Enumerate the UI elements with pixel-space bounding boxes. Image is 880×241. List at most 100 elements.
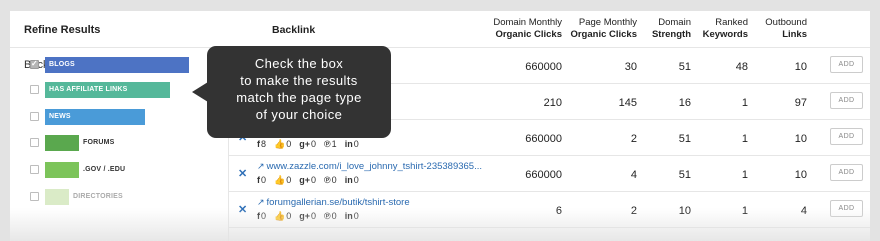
remove-row-icon[interactable]: ✕ [238,167,247,180]
social-count-fb: f8 [257,139,266,149]
backlink-type-checkbox[interactable] [30,165,39,174]
add-button[interactable]: ADD [830,164,863,181]
social-count-like: 👍0 [274,211,291,221]
cell-domain-clicks: 6 [555,205,562,217]
cell-page-clicks: 4 [630,169,637,181]
backlink-type-label: HAS AFFILIATE LINKS [49,86,128,93]
social-count-gplus: g+0 [299,139,316,149]
remove-row-icon[interactable]: ✕ [238,203,247,216]
results-panel: Refine Results Backlink Domain Monthly O… [10,11,870,241]
header-page-monthly-line1: Page Monthly [578,17,637,28]
header-outbound-links-line1: Outbound [765,17,807,28]
social-count-value: 0 [286,175,292,185]
table-row: ✕ ↗ forumgallerian.se/butik/tshirt-store f0… [229,192,870,228]
cell-page-clicks: 145 [618,97,637,109]
like-icon: 👍 [274,175,286,185]
tooltip-arrow [192,82,208,102]
cell-domain-clicks: 210 [543,97,562,109]
cell-outbound: 10 [794,61,807,73]
pinterest-icon: ℗ [324,175,331,185]
backlink-url-link[interactable]: ↗ forumgallerian.se/butik/tshirt-store [257,197,410,208]
table-row: ✕ ↗ www.zazzle.com/i_love_johnny_tshirt-23… [229,156,870,192]
add-button[interactable]: ADD [830,92,863,109]
external-link-icon: ↗ [257,161,265,171]
backlink-type-label: .GOV / .EDU [83,166,126,173]
social-count-value: 0 [311,139,317,149]
gplus-icon: g+ [299,175,311,185]
social-count-li: in0 [345,211,359,221]
add-button[interactable]: ADD [830,200,863,217]
social-count-like: 👍0 [274,175,291,185]
social-count-like: 👍0 [274,139,291,149]
cell-strength: 10 [678,205,691,217]
header-outbound-links-line2: Links [782,29,807,40]
header-domain-strength[interactable]: Domain Strength [640,17,691,41]
social-count-value: 0 [331,175,337,185]
backlink-type-label: NEWS [49,113,71,120]
social-counts: f0 👍0 g+0 ℗0 in0 [257,175,367,186]
gplus-icon: g+ [299,211,311,221]
cell-outbound: 97 [794,97,807,109]
social-count-value: 0 [261,175,267,185]
like-icon: 👍 [274,211,286,221]
backlink-type-checkbox[interactable] [30,85,39,94]
social-count-value: 0 [353,139,359,149]
backlink-type-row[interactable]: NEWS [30,109,220,125]
pinterest-icon: ℗ [324,211,331,221]
social-count-gplus: g+0 [299,175,316,185]
social-count-value: 0 [261,211,267,221]
backlink-type-row[interactable]: BLOGS [30,57,220,73]
backlink-type-checkbox[interactable] [30,59,39,69]
cell-outbound: 10 [794,133,807,145]
facebook-icon: f [257,211,260,221]
backlink-type-checkbox[interactable] [30,112,39,121]
backlink-type-bar [45,162,79,178]
backlink-type-checkbox[interactable] [30,138,39,147]
backlink-url-text: www.zazzle.com/i_love_johnny_tshirt-2353… [266,161,482,172]
backlink-type-bar [45,135,79,151]
header-backlink: Backlink [272,24,316,36]
header-ranked-keywords[interactable]: Ranked Keywords [696,17,748,41]
header-domain-strength-line1: Domain [658,17,691,28]
social-counts: f8 👍0 g+0 ℗1 in0 [257,139,367,150]
cell-strength: 51 [678,169,691,181]
backlink-type-label: BLOGS [49,61,75,68]
cell-keywords: 48 [735,61,748,73]
header-domain-monthly-clicks[interactable]: Domain Monthly Organic Clicks [480,17,562,41]
social-count-value: 0 [353,175,359,185]
backlink-type-checkbox[interactable] [30,192,39,201]
backlink-type-row[interactable]: FORUMS [30,135,220,151]
cell-domain-clicks: 660000 [525,169,562,181]
social-count-value: 0 [353,211,359,221]
cell-keywords: 1 [741,205,748,217]
help-tooltip: Check the box to make the results match … [207,46,391,138]
backlink-type-row[interactable]: .GOV / .EDU [30,162,220,178]
social-count-value: 0 [311,175,317,185]
backlink-url-link[interactable]: ↗ www.zazzle.com/i_love_johnny_tshirt-235… [257,161,482,172]
add-button[interactable]: ADD [830,128,863,145]
social-counts: f0 👍0 g+0 ℗0 in0 [257,211,367,222]
cell-page-clicks: 2 [630,205,637,217]
social-count-li: in0 [345,175,359,185]
cell-keywords: 1 [741,169,748,181]
social-count-value: 0 [286,139,292,149]
header-domain-monthly-line2: Organic Clicks [495,29,562,40]
social-count-li: in0 [345,139,359,149]
cell-keywords: 1 [741,133,748,145]
pinterest-icon: ℗ [324,139,331,149]
tooltip-line: to make the results [240,73,358,88]
facebook-icon: f [257,139,260,149]
backlink-type-row[interactable]: DIRECTORIES [30,189,220,205]
header-outbound-links[interactable]: Outbound Links [753,17,807,41]
social-count-value: 0 [331,211,337,221]
cell-outbound: 10 [794,169,807,181]
tooltip-line: match the page type [236,90,362,105]
header-page-monthly-clicks[interactable]: Page Monthly Organic Clicks [565,17,637,41]
linkedin-icon: in [344,175,353,185]
add-button[interactable]: ADD [830,56,863,73]
tooltip-line: of your choice [255,107,343,122]
backlink-type-label: FORUMS [83,139,115,146]
social-count-gplus: g+0 [299,211,316,221]
refine-results-title: Refine Results [24,24,101,36]
header-ranked-keywords-line1: Ranked [715,17,748,28]
